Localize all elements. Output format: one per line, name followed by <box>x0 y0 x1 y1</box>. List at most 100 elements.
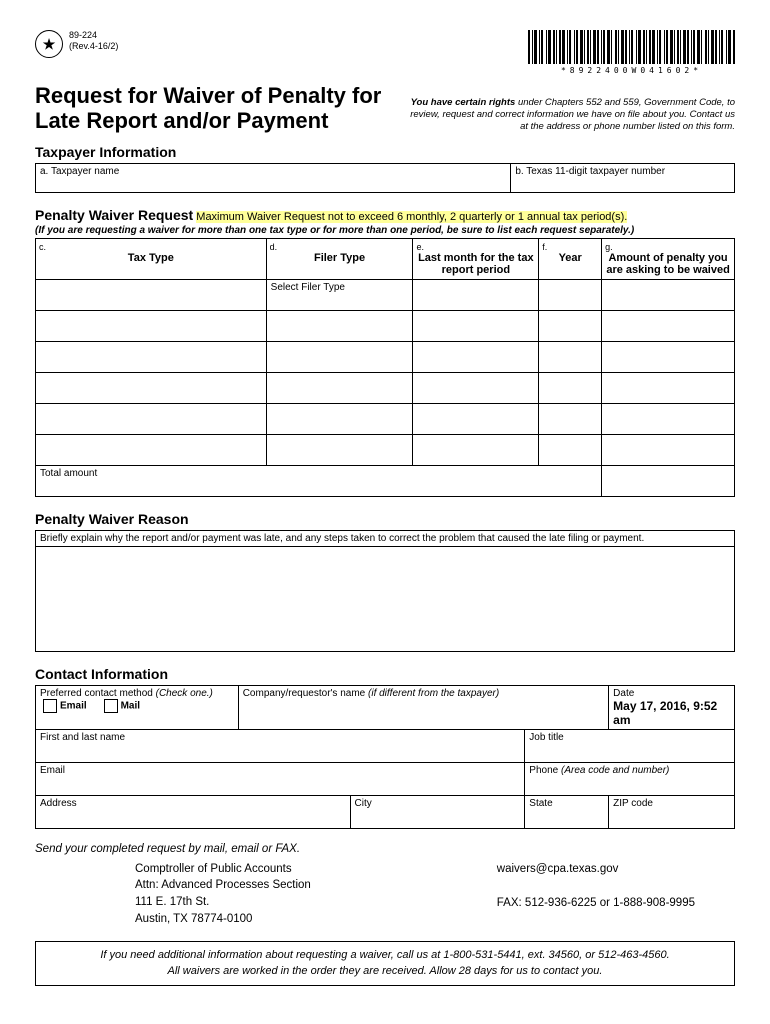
addr-line3: 111 E. 17th St. <box>135 894 311 911</box>
date-label: Date <box>613 688 634 699</box>
table-row[interactable] <box>413 403 539 434</box>
col-e-text: Last month for the tax report period <box>418 252 534 276</box>
table-row[interactable] <box>602 310 735 341</box>
table-row[interactable] <box>36 372 267 403</box>
form-revision: (Rev.4-16/2) <box>69 41 118 52</box>
table-row[interactable] <box>266 341 413 372</box>
table-row[interactable] <box>413 310 539 341</box>
rights-text: You have certain rights under Chapters 5… <box>405 97 735 134</box>
col-d-text: Filer Type <box>314 252 365 264</box>
company-note: (if different from the taxpayer) <box>368 688 499 699</box>
date-cell: Date May 17, 2016, 9:52 am <box>609 685 735 729</box>
phone-label: Phone <box>529 765 561 776</box>
barcode-text: *8922400W041602* <box>561 66 702 75</box>
phone-field[interactable]: Phone (Area code and number) <box>525 762 735 795</box>
table-row[interactable] <box>266 372 413 403</box>
page-title: Request for Waiver of Penalty for Late R… <box>35 83 381 134</box>
table-row[interactable] <box>539 372 602 403</box>
table-row[interactable] <box>602 341 735 372</box>
reason-table: Briefly explain why the report and/or pa… <box>35 530 735 652</box>
barcode: *8922400W041602* <box>528 30 735 75</box>
city-field[interactable]: City <box>350 795 525 828</box>
address-field[interactable]: Address <box>36 795 351 828</box>
table-row[interactable] <box>36 279 267 310</box>
address-block: Comptroller of Public Accounts Attn: Adv… <box>135 861 695 928</box>
company-label: Company/requestor's name <box>243 688 368 699</box>
contact-section: Contact Information Preferred contact me… <box>35 666 735 829</box>
table-row[interactable] <box>266 403 413 434</box>
footer-info-box: If you need additional information about… <box>35 941 735 986</box>
name-field[interactable]: First and last name <box>36 729 525 762</box>
email-opt-label: Email <box>60 700 87 711</box>
addr-line1: Comptroller of Public Accounts <box>135 861 311 878</box>
table-row[interactable] <box>602 403 735 434</box>
mail-checkbox[interactable] <box>104 699 118 713</box>
pref-note: (Check one.) <box>156 688 213 699</box>
logo-block: ★ 89-224 (Rev.4-16/2) <box>35 30 118 58</box>
table-row[interactable] <box>602 434 735 465</box>
col-f-text: Year <box>559 252 582 264</box>
table-row[interactable] <box>36 403 267 434</box>
table-row[interactable] <box>602 279 735 310</box>
pref-contact-cell: Preferred contact method (Check one.) Em… <box>36 685 239 729</box>
reason-textarea[interactable] <box>36 546 735 651</box>
total-amount-field[interactable] <box>602 465 735 496</box>
col-g-text: Amount of penalty you are asking to be w… <box>606 252 730 276</box>
footer-info2: All waivers are worked in the order they… <box>44 964 726 979</box>
table-row[interactable] <box>413 341 539 372</box>
title-line2: Late Report and/or Payment <box>35 108 328 133</box>
date-value: May 17, 2016, 9:52 am <box>613 699 717 727</box>
title-row: Request for Waiver of Penalty for Late R… <box>35 83 735 134</box>
company-field[interactable]: Company/requestor's name (if different f… <box>238 685 608 729</box>
contact-heading: Contact Information <box>35 666 735 682</box>
taxpayer-number-field[interactable]: b. Texas 11-digit taxpayer number <box>511 163 735 192</box>
header-row: ★ 89-224 (Rev.4-16/2) *8922400W041602* <box>35 30 735 75</box>
table-row[interactable] <box>539 310 602 341</box>
table-row[interactable] <box>266 310 413 341</box>
barcode-bars-icon <box>528 30 735 64</box>
table-row[interactable] <box>602 372 735 403</box>
zip-field[interactable]: ZIP code <box>609 795 735 828</box>
addr-line4: Austin, TX 78774-0100 <box>135 911 311 928</box>
penalty-table: c.Tax Type d.Filer Type e.Last month for… <box>35 238 735 497</box>
table-row[interactable] <box>266 434 413 465</box>
form-number: 89-224 <box>69 30 118 41</box>
pref-label: Preferred contact method <box>40 688 156 699</box>
col-e-label: e. <box>416 242 535 252</box>
table-row[interactable] <box>413 434 539 465</box>
taxpayer-name-field[interactable]: a. Taxpayer name <box>36 163 511 192</box>
table-row[interactable] <box>36 310 267 341</box>
state-field[interactable]: State <box>525 795 609 828</box>
table-row[interactable] <box>539 403 602 434</box>
taxpayer-section: Taxpayer Information a. Taxpayer name b.… <box>35 144 735 193</box>
email-checkbox[interactable] <box>43 699 57 713</box>
table-row[interactable] <box>539 341 602 372</box>
mail-opt-label: Mail <box>121 700 140 711</box>
contact-right: waivers@cpa.texas.gov FAX: 512-936-6225 … <box>497 861 695 928</box>
addr-line2: Attn: Advanced Processes Section <box>135 877 311 894</box>
filer-type-select[interactable]: Select Filer Type <box>266 279 413 310</box>
col-c-label: c. <box>39 242 263 252</box>
mailing-address: Comptroller of Public Accounts Attn: Adv… <box>135 861 311 928</box>
footer-info1: If you need additional information about… <box>44 948 726 963</box>
table-row[interactable] <box>36 341 267 372</box>
col-c-text: Tax Type <box>128 252 174 264</box>
reason-heading: Penalty Waiver Reason <box>35 511 735 527</box>
reason-prompt: Briefly explain why the report and/or pa… <box>36 530 735 546</box>
table-row[interactable] <box>539 279 602 310</box>
table-row[interactable] <box>539 434 602 465</box>
job-title-field[interactable]: Job title <box>525 729 735 762</box>
penalty-heading: Penalty Waiver Request <box>35 207 193 223</box>
table-row[interactable] <box>413 372 539 403</box>
penalty-section: Penalty Waiver Request Maximum Waiver Re… <box>35 207 735 497</box>
phone-note: (Area code and number) <box>561 765 669 776</box>
table-row[interactable] <box>413 279 539 310</box>
penalty-note: (If you are requesting a waiver for more… <box>35 225 735 236</box>
col-g-label: g. <box>605 242 731 252</box>
title-line1: Request for Waiver of Penalty for <box>35 83 381 108</box>
total-label: Total amount <box>36 465 602 496</box>
form-number-block: 89-224 (Rev.4-16/2) <box>69 30 118 52</box>
table-row[interactable] <box>36 434 267 465</box>
email-field[interactable]: Email <box>36 762 525 795</box>
col-d-label: d. <box>270 242 410 252</box>
